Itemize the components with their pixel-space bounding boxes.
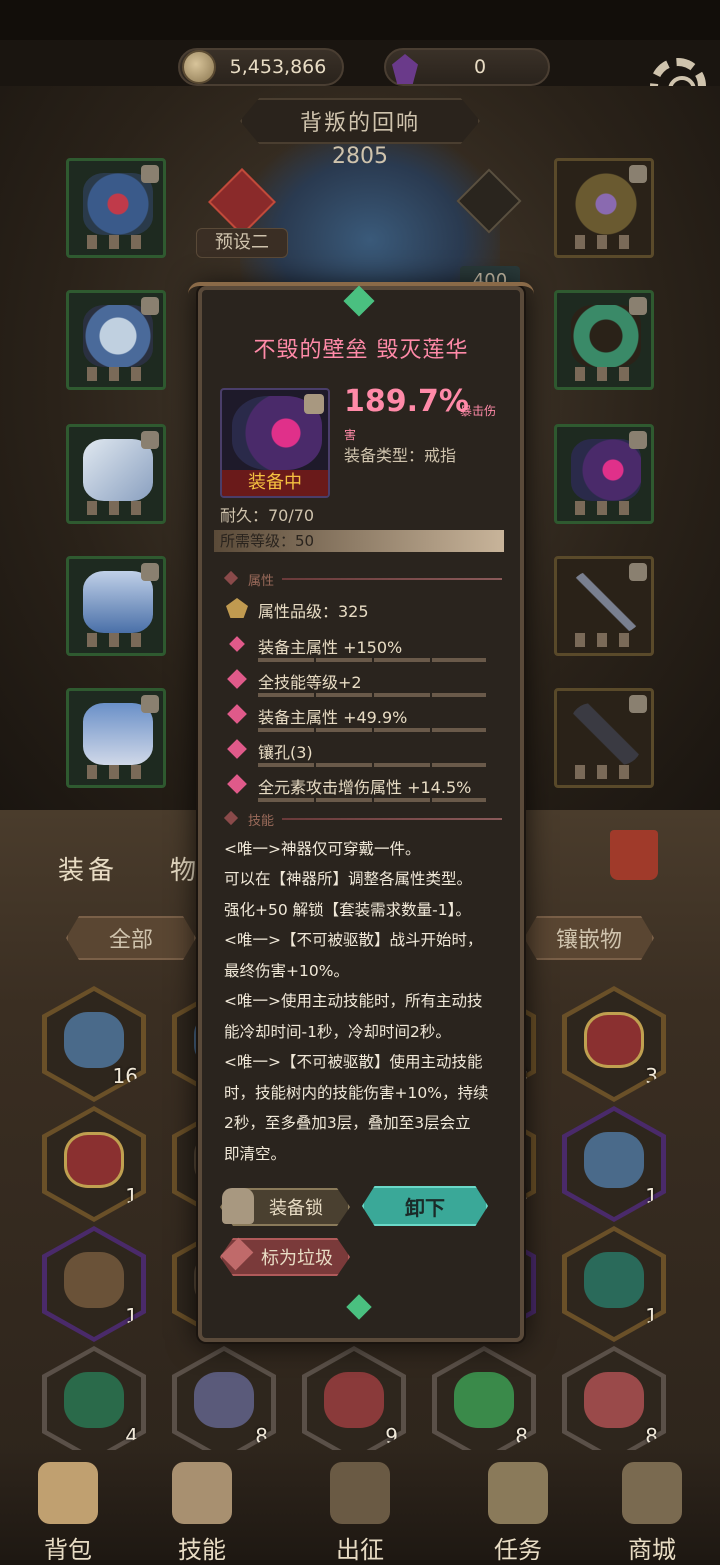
lock-icon (629, 165, 647, 183)
skill-line: 即清空。 (224, 1145, 287, 1163)
tab-equipment[interactable]: 装备 (58, 850, 118, 887)
main-stat-label: 暴击伤 (460, 404, 497, 418)
nav-tasks[interactable]: 任务 (458, 1462, 578, 1564)
lock-icon (141, 165, 159, 183)
filter-all-button[interactable]: 全部 (66, 916, 196, 960)
green-shard-icon (64, 1372, 124, 1428)
padlock-icon (222, 1188, 254, 1224)
socket-gems (87, 367, 151, 381)
socket-gems (575, 765, 639, 779)
equipped-badge: 装备中 (222, 470, 328, 496)
filter-inlay-button[interactable]: 镶嵌物 (524, 916, 654, 960)
skill-line: 时，技能树内的技能伤害+10%，持续 (224, 1084, 489, 1102)
coin-icon (182, 50, 216, 84)
gem-counter: 0 (384, 48, 550, 86)
red-shard-icon (584, 1372, 644, 1428)
item-type: 装备类型：戒指 (344, 446, 457, 465)
equip-slot-ring-2[interactable] (554, 424, 654, 524)
lock-icon (141, 563, 159, 581)
skill-line: <唯一>【不可被驱散】使用主动技能 (224, 1053, 483, 1071)
equip-slot-helmet[interactable] (66, 158, 166, 258)
equip-slot-necklace[interactable] (554, 158, 654, 258)
green-gem-icon (454, 1372, 514, 1428)
equip-slot-weapon[interactable] (554, 556, 654, 656)
required-level: 所需等级：50 (214, 530, 504, 552)
machine-icon (64, 1252, 124, 1308)
scroll-icon (488, 1462, 548, 1524)
nav-backpack[interactable]: 背包 (8, 1462, 128, 1564)
attribute-grade: 属性品级：325 (226, 598, 369, 622)
lock-icon (141, 297, 159, 315)
skill-book-icon (172, 1462, 232, 1524)
skill-line: 最终伤害+10%。 (224, 962, 349, 980)
green-armor-icon (584, 1252, 644, 1308)
nav-shop[interactable]: 商城 (592, 1462, 712, 1564)
skills-heading: 技能 (222, 810, 504, 829)
purple-shard-icon (194, 1372, 254, 1428)
lock-icon (141, 431, 159, 449)
main-stat-label-cont: 害 (344, 428, 357, 442)
red-shard-icon (324, 1372, 384, 1428)
unequip-button[interactable]: 卸下 (362, 1186, 488, 1226)
character-title: 背叛的回响 (240, 98, 480, 144)
socket-gems (87, 235, 151, 249)
equip-slot-pants[interactable] (66, 556, 166, 656)
backpack-icon (38, 1462, 98, 1524)
lock-icon (304, 394, 324, 414)
expedition-icon (330, 1462, 390, 1524)
lock-icon (141, 695, 159, 713)
lock-icon (629, 563, 647, 581)
equip-slot-armor[interactable] (66, 290, 166, 390)
socket-gems (575, 501, 639, 515)
socket-gems (575, 633, 639, 647)
durability: 耐久：70/70 (220, 506, 315, 525)
attributes-heading: 属性 (222, 570, 504, 589)
preset-button[interactable]: 预设二 (196, 228, 288, 258)
skill-line: 2秒，至多叠加3层，叠加至3层会立 (224, 1114, 471, 1132)
equip-slot-offhand[interactable] (554, 688, 654, 788)
equip-slot-boots[interactable] (66, 688, 166, 788)
equip-slot-gloves[interactable] (66, 424, 166, 524)
chest-icon (64, 1132, 124, 1188)
mystery-crystal-icon (64, 1012, 124, 1068)
coin-counter: 5,453,866 (178, 48, 344, 86)
mystery-crystal-icon (584, 1132, 644, 1188)
skill-line: <唯一>神器仅可穿戴一件。 (224, 840, 421, 858)
socket-gems (575, 367, 639, 381)
skill-line: <唯一>【不可被驱散】战斗开始时， (224, 931, 483, 949)
required-level-label: 所需等级： (220, 532, 296, 550)
required-level-value: 50 (295, 532, 315, 550)
nav-skills[interactable]: 技能 (142, 1462, 262, 1564)
socket-gems (87, 765, 151, 779)
coin-amount: 5,453,866 (229, 56, 327, 78)
socket-gems (575, 235, 639, 249)
power-score: 2805 (332, 144, 388, 169)
lock-icon (629, 297, 647, 315)
grade-icon (226, 598, 248, 618)
chest-icon (584, 1012, 644, 1068)
skill-line: <唯一>使用主动技能时，所有主动技 (224, 992, 483, 1010)
gem-icon (392, 54, 418, 84)
lock-icon (629, 431, 647, 449)
skill-line: 能冷却时间-1秒，冷却时间2秒。 (224, 1023, 451, 1041)
status-bar (0, 0, 720, 40)
skill-line: 可以在【神器所】调整各属性类型。 (224, 870, 473, 888)
item-name: 不毁的壁垒 毁灭莲华 (253, 338, 469, 363)
main-stat-value: 189.7% (344, 384, 469, 419)
skill-line: 强化+50 解锁【套装需求数量-1】。 (224, 901, 471, 919)
shop-icon (622, 1462, 682, 1524)
equip-slot-ring-1[interactable] (554, 290, 654, 390)
socket-gems (87, 501, 151, 515)
lock-icon (629, 695, 647, 713)
nav-expedition[interactable]: 出征 (300, 1462, 420, 1564)
socket-gems (87, 633, 151, 647)
gem-amount: 0 (473, 56, 487, 78)
trash-icon[interactable] (610, 830, 658, 880)
